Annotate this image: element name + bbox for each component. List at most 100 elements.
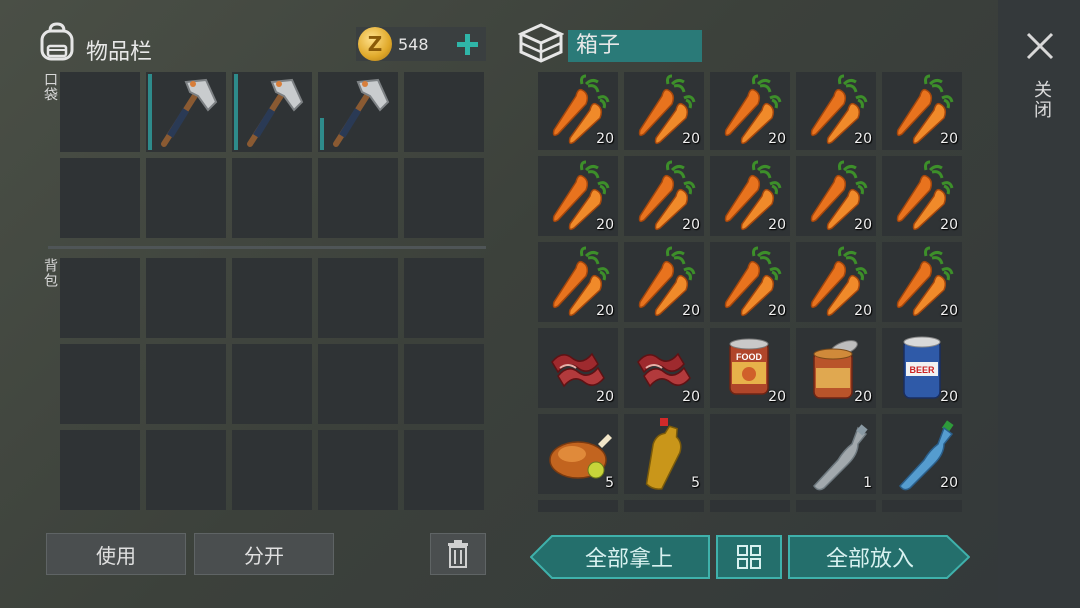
- close-icon: [1026, 32, 1054, 60]
- container-slot[interactable]: 20: [882, 242, 962, 322]
- crate-icon: [517, 22, 565, 64]
- item-count: 20: [682, 303, 700, 319]
- item-count: 5: [605, 475, 614, 491]
- container-slot[interactable]: [796, 500, 876, 512]
- item-count: 20: [854, 303, 872, 319]
- item-count: 20: [854, 217, 872, 233]
- use-button[interactable]: 使用: [46, 533, 186, 575]
- item-count: 20: [596, 389, 614, 405]
- container-slot[interactable]: 5: [538, 414, 618, 494]
- split-button[interactable]: 分开: [194, 533, 334, 575]
- pocket-slot[interactable]: [60, 72, 140, 152]
- coin-icon: Z: [358, 27, 392, 61]
- item-count: 20: [596, 131, 614, 147]
- put-all-button[interactable]: 全部放入: [788, 535, 970, 579]
- backpack-grid: [60, 258, 486, 510]
- backpack-slot[interactable]: [404, 430, 484, 510]
- pocket-slot[interactable]: [60, 158, 140, 238]
- take-all-button[interactable]: 全部拿上: [530, 535, 710, 579]
- backpack-slot[interactable]: [146, 258, 226, 338]
- coin-display: Z 548: [356, 27, 486, 61]
- item-count: 20: [682, 131, 700, 147]
- item-count: 20: [940, 475, 958, 491]
- discard-button[interactable]: [430, 533, 486, 575]
- backpack-slot[interactable]: [318, 344, 398, 424]
- backpack-slot[interactable]: [232, 344, 312, 424]
- section-divider: [48, 246, 486, 249]
- backpack-slot[interactable]: [60, 430, 140, 510]
- container-slot[interactable]: 20: [538, 242, 618, 322]
- container-slot[interactable]: [710, 414, 790, 494]
- container-slot[interactable]: BEER 20: [882, 328, 962, 408]
- grid-sort-icon: [737, 545, 761, 569]
- close-label: 关闭: [1031, 80, 1052, 120]
- container-slot[interactable]: 20: [538, 328, 618, 408]
- backpack-slot[interactable]: [232, 430, 312, 510]
- pocket-slot[interactable]: [318, 158, 398, 238]
- pocket-slot[interactable]: [232, 158, 312, 238]
- pocket-slot[interactable]: [404, 158, 484, 238]
- item-count: 5: [691, 475, 700, 491]
- container-slot[interactable]: 20: [624, 72, 704, 150]
- container-slot[interactable]: [624, 500, 704, 512]
- container-slot[interactable]: [882, 500, 962, 512]
- backpack-slot[interactable]: [404, 258, 484, 338]
- item-count: 20: [940, 131, 958, 147]
- container-slot[interactable]: 20: [796, 328, 876, 408]
- container-slot[interactable]: 1: [796, 414, 876, 494]
- container-slot[interactable]: FOOD 20: [710, 328, 790, 408]
- container-slot[interactable]: 20: [796, 72, 876, 150]
- item-count: 20: [940, 303, 958, 319]
- container-slot[interactable]: 20: [624, 242, 704, 322]
- close-button[interactable]: 关闭: [1022, 26, 1058, 130]
- container-slot[interactable]: [710, 500, 790, 512]
- container-slot[interactable]: [538, 500, 618, 512]
- backpack-slot[interactable]: [318, 258, 398, 338]
- container-slot[interactable]: 5: [624, 414, 704, 494]
- item-count: 20: [854, 131, 872, 147]
- container-slot[interactable]: 20: [796, 242, 876, 322]
- inventory-title: 物品栏: [86, 40, 153, 65]
- add-coins-button[interactable]: [452, 27, 482, 61]
- sort-button[interactable]: [716, 535, 782, 579]
- take-all-label: 全部拿上: [584, 547, 673, 572]
- backpack-slot[interactable]: [60, 344, 140, 424]
- container-slot[interactable]: 20: [538, 72, 618, 150]
- container-slot[interactable]: 20: [624, 156, 704, 236]
- backpack-icon: [38, 22, 76, 62]
- backpack-slot[interactable]: [146, 430, 226, 510]
- container-title: 箱子: [568, 30, 702, 62]
- container-slot[interactable]: 20: [538, 156, 618, 236]
- container-slot[interactable]: 20: [796, 156, 876, 236]
- backpack-slot[interactable]: [146, 344, 226, 424]
- container-slot[interactable]: 20: [624, 328, 704, 408]
- svg-text:FOOD: FOOD: [736, 352, 762, 362]
- item-count: 20: [768, 303, 786, 319]
- pocket-grid: [60, 72, 486, 242]
- backpack-slot[interactable]: [60, 258, 140, 338]
- coin-count: 548: [398, 35, 429, 54]
- backpack-slot[interactable]: [404, 344, 484, 424]
- item-count: 20: [854, 389, 872, 405]
- pocket-slot[interactable]: [146, 158, 226, 238]
- pocket-slot[interactable]: [404, 72, 484, 152]
- container-slot[interactable]: 20: [882, 156, 962, 236]
- svg-text:BEER: BEER: [909, 365, 935, 375]
- container-slot[interactable]: 20: [882, 72, 962, 150]
- pickaxe-icon: [161, 78, 218, 147]
- container-slot[interactable]: 20: [710, 72, 790, 150]
- container-slot[interactable]: 20: [882, 414, 962, 494]
- pocket-slot[interactable]: [318, 72, 398, 152]
- pocket-slot[interactable]: [146, 72, 226, 152]
- container-grid: 20 20 20 20 20 20 20 20 20 20 20 20 20 2…: [538, 72, 964, 512]
- item-count: 20: [940, 217, 958, 233]
- item-count: 20: [682, 389, 700, 405]
- container-slot[interactable]: 20: [710, 156, 790, 236]
- container-slot[interactable]: 20: [710, 242, 790, 322]
- item-count: 20: [768, 131, 786, 147]
- item-count: 1: [863, 475, 872, 491]
- pickaxe-icon: [333, 78, 390, 147]
- backpack-slot[interactable]: [318, 430, 398, 510]
- pocket-slot[interactable]: [232, 72, 312, 152]
- backpack-slot[interactable]: [232, 258, 312, 338]
